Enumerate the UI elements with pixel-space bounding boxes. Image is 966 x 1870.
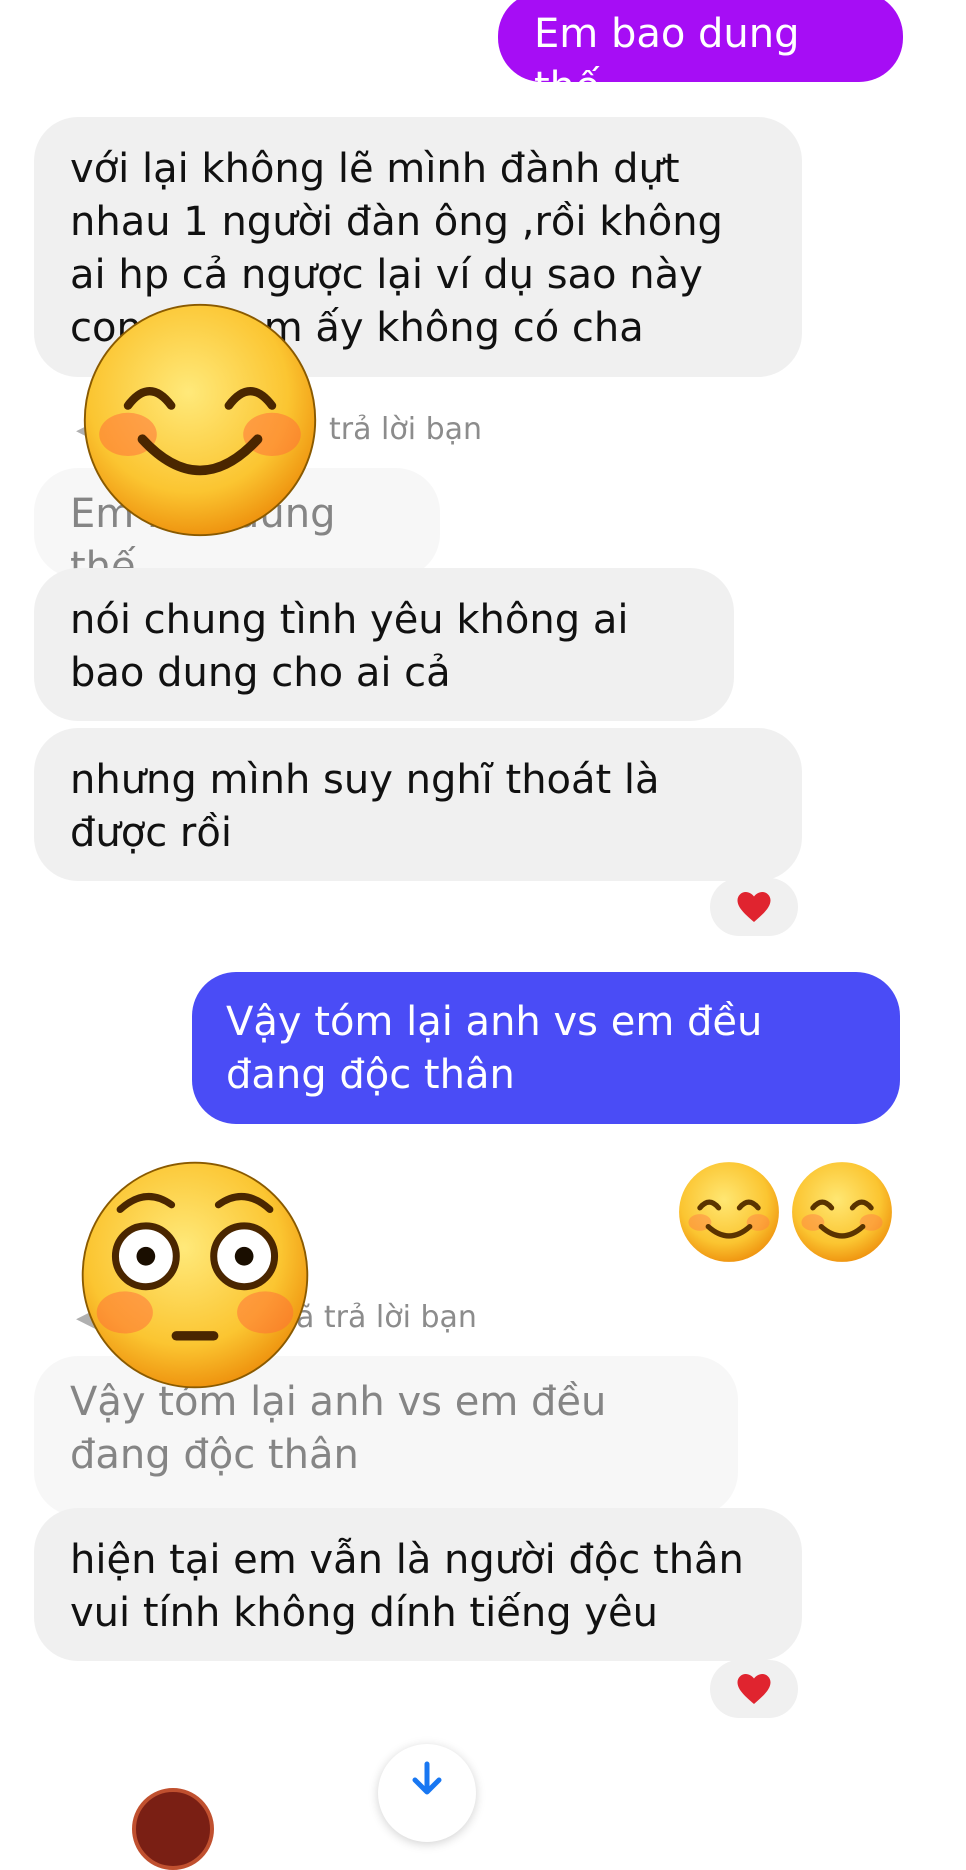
smiling-face-emoji xyxy=(83,303,317,537)
sent-message-bubble[interactable]: Vậy tóm lại anh vs em đều đang độc thân xyxy=(192,972,900,1124)
received-message-bubble[interactable]: nói chung tình yêu không ai bao dung cho… xyxy=(34,568,734,721)
avatar[interactable] xyxy=(132,1788,214,1870)
scroll-to-bottom-button[interactable] xyxy=(378,1744,476,1842)
received-message-bubble[interactable]: nhưng mình suy nghĩ thoát là được rồi xyxy=(34,728,802,881)
reply-label-text: ã trả lời bạn xyxy=(296,1300,477,1335)
smiling-face-emoji xyxy=(792,1162,892,1262)
message-text: Em bao dung thế xyxy=(534,11,800,110)
reaction-badge[interactable] xyxy=(710,878,798,936)
sent-message-bubble[interactable]: Em bao dung thế xyxy=(498,0,903,110)
message-text: nhưng mình suy nghĩ thoát là được rồi xyxy=(70,757,660,856)
message-text: Vậy tóm lại anh vs em đều đang độc thân xyxy=(226,999,763,1098)
received-message-bubble[interactable]: hiện tại em vẫn là người độc thân vui tí… xyxy=(34,1508,802,1661)
arrow-down-icon xyxy=(412,1761,442,1795)
message-text: hiện tại em vẫn là người độc thân vui tí… xyxy=(70,1537,744,1636)
quoted-text: Vậy tóm lại anh vs em đều đang độc thân xyxy=(70,1379,607,1478)
reply-label-text: trả lời bạn xyxy=(329,412,483,447)
reaction-badge[interactable] xyxy=(710,1660,798,1718)
flushed-face-emoji xyxy=(81,1161,309,1389)
smiling-face-emoji xyxy=(679,1162,779,1262)
heart-icon xyxy=(737,1674,771,1704)
heart-icon xyxy=(737,892,771,922)
message-text: nói chung tình yêu không ai bao dung cho… xyxy=(70,597,629,696)
